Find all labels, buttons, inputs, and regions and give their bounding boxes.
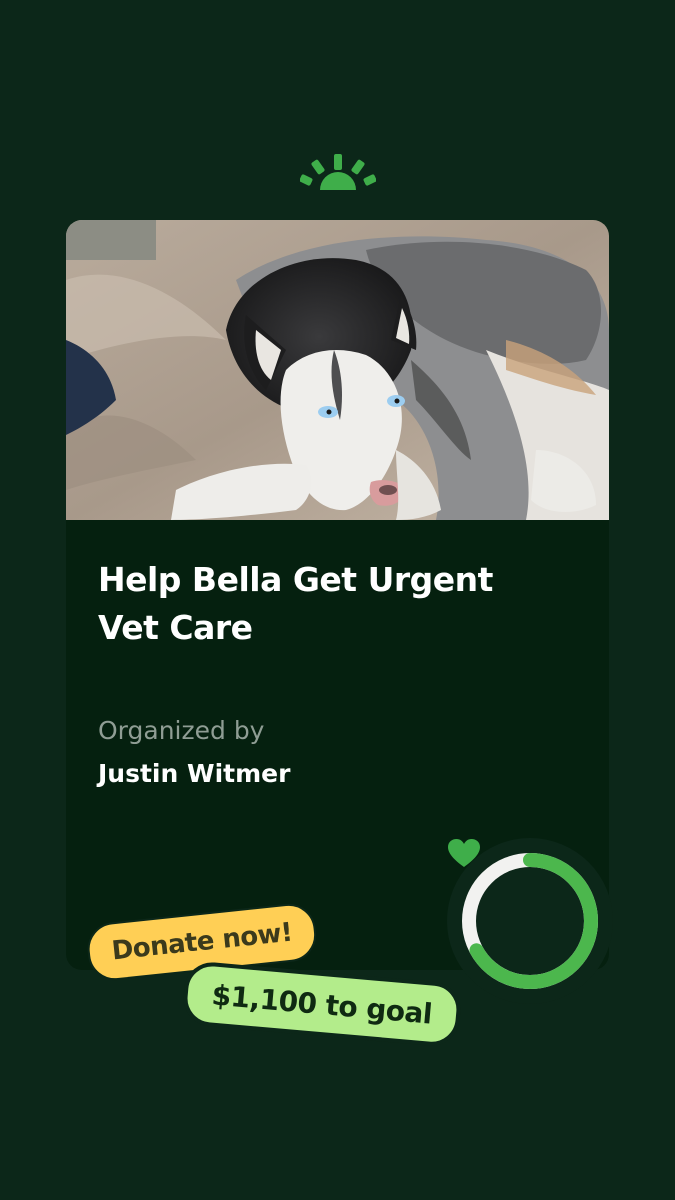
campaign-photo	[66, 220, 609, 520]
donation-progress-ring	[447, 838, 613, 1004]
sunrise-logo-icon	[300, 154, 376, 190]
campaign-title: Help Bella Get Urgent Vet Care	[98, 560, 493, 647]
organizer-name[interactable]: Justin Witmer	[98, 757, 290, 791]
organizer-label: Organized by	[98, 716, 265, 745]
heart-icon	[448, 839, 480, 867]
goal-remaining-badge: $1,100 to goal	[181, 960, 463, 1049]
